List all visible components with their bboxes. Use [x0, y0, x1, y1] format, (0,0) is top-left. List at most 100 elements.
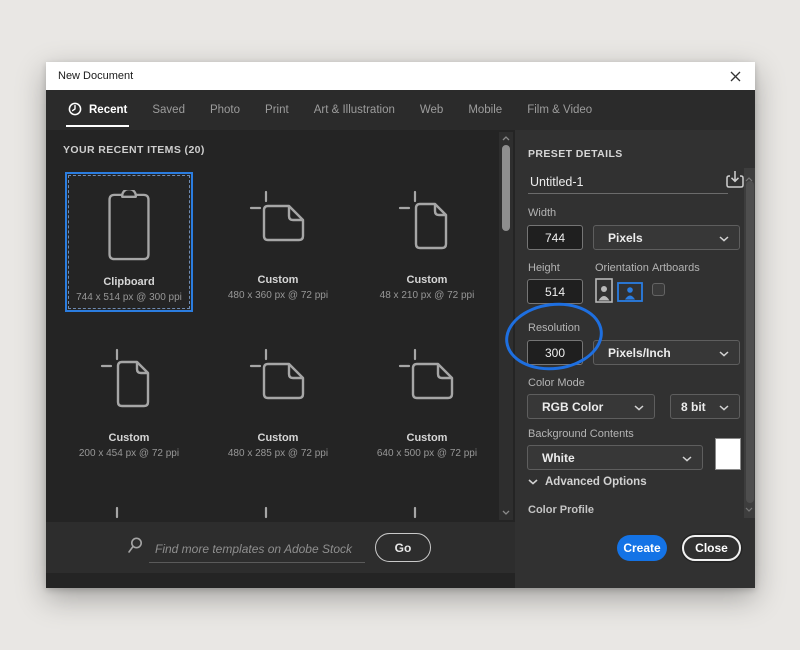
- document-name-field[interactable]: Untitled-1: [530, 175, 584, 189]
- template-dims: 200 x 454 px @ 72 ppi: [79, 448, 179, 459]
- tab-label: Film & Video: [527, 104, 592, 116]
- tab-label: Print: [265, 104, 289, 116]
- dropdown-value: Pixels/Inch: [608, 346, 719, 360]
- resolution-unit-dropdown[interactable]: Pixels/Inch: [593, 340, 740, 365]
- tab-recent[interactable]: Recent: [68, 90, 127, 130]
- template-item-custom-1[interactable]: Custom 480 x 360 px @ 72 ppi: [214, 172, 342, 312]
- preset-details-header: PRESET DETAILS: [528, 148, 623, 160]
- template-item-custom-5[interactable]: Custom 640 x 500 px @ 72 ppi: [363, 330, 491, 470]
- new-document-dialog: New Document Recent Saved Photo Print Ar…: [46, 62, 755, 588]
- color-mode-label: Color Mode: [528, 377, 585, 389]
- height-label: Height: [528, 262, 560, 274]
- tab-label: Mobile: [468, 104, 502, 116]
- close-button[interactable]: Close: [682, 535, 741, 561]
- page-icon-partial: [398, 488, 456, 522]
- create-button[interactable]: Create: [617, 535, 667, 561]
- active-tab-underline: [66, 125, 129, 127]
- tab-label: Art & Illustration: [314, 104, 395, 116]
- dialog-body: YOUR RECENT ITEMS (20) Clipboard 744 x 5…: [46, 130, 755, 588]
- template-name: Custom: [109, 432, 150, 444]
- page-icon-partial: [249, 488, 307, 522]
- orientation-portrait-icon[interactable]: [595, 278, 613, 303]
- scrollbar-thumb[interactable]: [746, 181, 754, 503]
- dialog-titlebar: New Document: [46, 62, 755, 90]
- document-name-underline: [528, 193, 728, 194]
- templates-scrollbar[interactable]: [499, 132, 513, 520]
- background-color-swatch[interactable]: [715, 438, 741, 470]
- width-label: Width: [528, 207, 556, 219]
- tab-saved[interactable]: Saved: [152, 90, 185, 130]
- tab-web[interactable]: Web: [420, 90, 443, 130]
- template-item-partial[interactable]: [65, 488, 193, 522]
- scroll-down-icon[interactable]: [502, 506, 510, 518]
- chevron-down-icon: [528, 476, 538, 488]
- go-button[interactable]: Go: [375, 533, 431, 562]
- page-portrait-icon: [398, 172, 456, 260]
- orientation-label: Orientation: [595, 262, 649, 274]
- resolution-label: Resolution: [528, 322, 580, 334]
- clock-icon: [68, 102, 82, 119]
- page-icon-partial: [100, 488, 158, 522]
- templates-panel: YOUR RECENT ITEMS (20) Clipboard 744 x 5…: [46, 130, 515, 588]
- tab-mobile[interactable]: Mobile: [468, 90, 502, 130]
- preset-scrollbar[interactable]: [744, 168, 755, 518]
- resolution-input[interactable]: [527, 340, 583, 365]
- artboards-label: Artboards: [652, 262, 700, 274]
- page-landscape-icon: [249, 330, 307, 418]
- advanced-options-label: Advanced Options: [545, 476, 647, 488]
- dialog-title: New Document: [58, 70, 727, 82]
- tab-label: Web: [420, 104, 443, 116]
- save-preset-icon[interactable]: [724, 169, 746, 196]
- dropdown-value: 8 bit: [681, 400, 719, 414]
- clipboard-icon: [106, 174, 152, 262]
- template-grid: Clipboard 744 x 514 px @ 300 ppi Custom: [65, 172, 491, 522]
- height-input[interactable]: [527, 279, 583, 304]
- template-name: Custom: [407, 274, 448, 286]
- dropdown-value: White: [542, 451, 682, 465]
- template-item-partial[interactable]: [363, 488, 491, 522]
- chevron-down-icon: [682, 451, 692, 465]
- width-unit-dropdown[interactable]: Pixels: [593, 225, 740, 250]
- template-item-custom-3[interactable]: Custom 200 x 454 px @ 72 ppi: [65, 330, 193, 470]
- artboards-checkbox[interactable]: [652, 283, 665, 296]
- template-item-partial[interactable]: [214, 488, 342, 522]
- tab-label: Saved: [152, 104, 185, 116]
- desktop-background: { "window": { "title": "New Document" },…: [0, 0, 800, 650]
- template-dims: 48 x 210 px @ 72 ppi: [380, 290, 475, 301]
- page-landscape-icon: [398, 330, 456, 418]
- scroll-up-icon[interactable]: [502, 132, 510, 144]
- tab-photo[interactable]: Photo: [210, 90, 240, 130]
- orientation-landscape-icon[interactable]: [617, 282, 643, 302]
- category-tabbar: Recent Saved Photo Print Art & Illustrat…: [46, 90, 755, 130]
- tab-label: Photo: [210, 104, 240, 116]
- tab-art-illustration[interactable]: Art & Illustration: [314, 90, 395, 130]
- width-input[interactable]: [527, 225, 583, 250]
- tab-label: Recent: [89, 104, 127, 116]
- template-item-custom-4[interactable]: Custom 480 x 285 px @ 72 ppi: [214, 330, 342, 470]
- tab-print[interactable]: Print: [265, 90, 289, 130]
- page-landscape-icon: [249, 172, 307, 260]
- template-dims: 480 x 285 px @ 72 ppi: [228, 448, 328, 459]
- close-icon[interactable]: [727, 68, 743, 84]
- template-dims: 640 x 500 px @ 72 ppi: [377, 448, 477, 459]
- chevron-down-icon: [719, 346, 729, 360]
- dropdown-value: Pixels: [608, 231, 719, 245]
- scroll-down-icon[interactable]: [745, 499, 753, 517]
- advanced-options-toggle[interactable]: Advanced Options: [528, 476, 647, 488]
- background-contents-label: Background Contents: [528, 428, 634, 440]
- scrollbar-thumb[interactable]: [502, 145, 510, 231]
- template-item-custom-2[interactable]: Custom 48 x 210 px @ 72 ppi: [363, 172, 491, 312]
- template-dims: 480 x 360 px @ 72 ppi: [228, 290, 328, 301]
- search-input[interactable]: Find more templates on Adobe Stock: [149, 533, 365, 563]
- template-dims: 744 x 514 px @ 300 ppi: [76, 292, 182, 303]
- background-contents-dropdown[interactable]: White: [527, 445, 703, 470]
- search-placeholder: Find more templates on Adobe Stock: [149, 542, 352, 556]
- color-mode-dropdown[interactable]: RGB Color: [527, 394, 655, 419]
- template-item-clipboard[interactable]: Clipboard 744 x 514 px @ 300 ppi: [65, 172, 193, 312]
- chevron-down-icon: [719, 231, 729, 245]
- page-portrait-icon: [100, 330, 158, 418]
- dropdown-value: RGB Color: [542, 400, 634, 414]
- tab-film-video[interactable]: Film & Video: [527, 90, 592, 130]
- bit-depth-dropdown[interactable]: 8 bit: [670, 394, 740, 419]
- chevron-down-icon: [719, 400, 729, 414]
